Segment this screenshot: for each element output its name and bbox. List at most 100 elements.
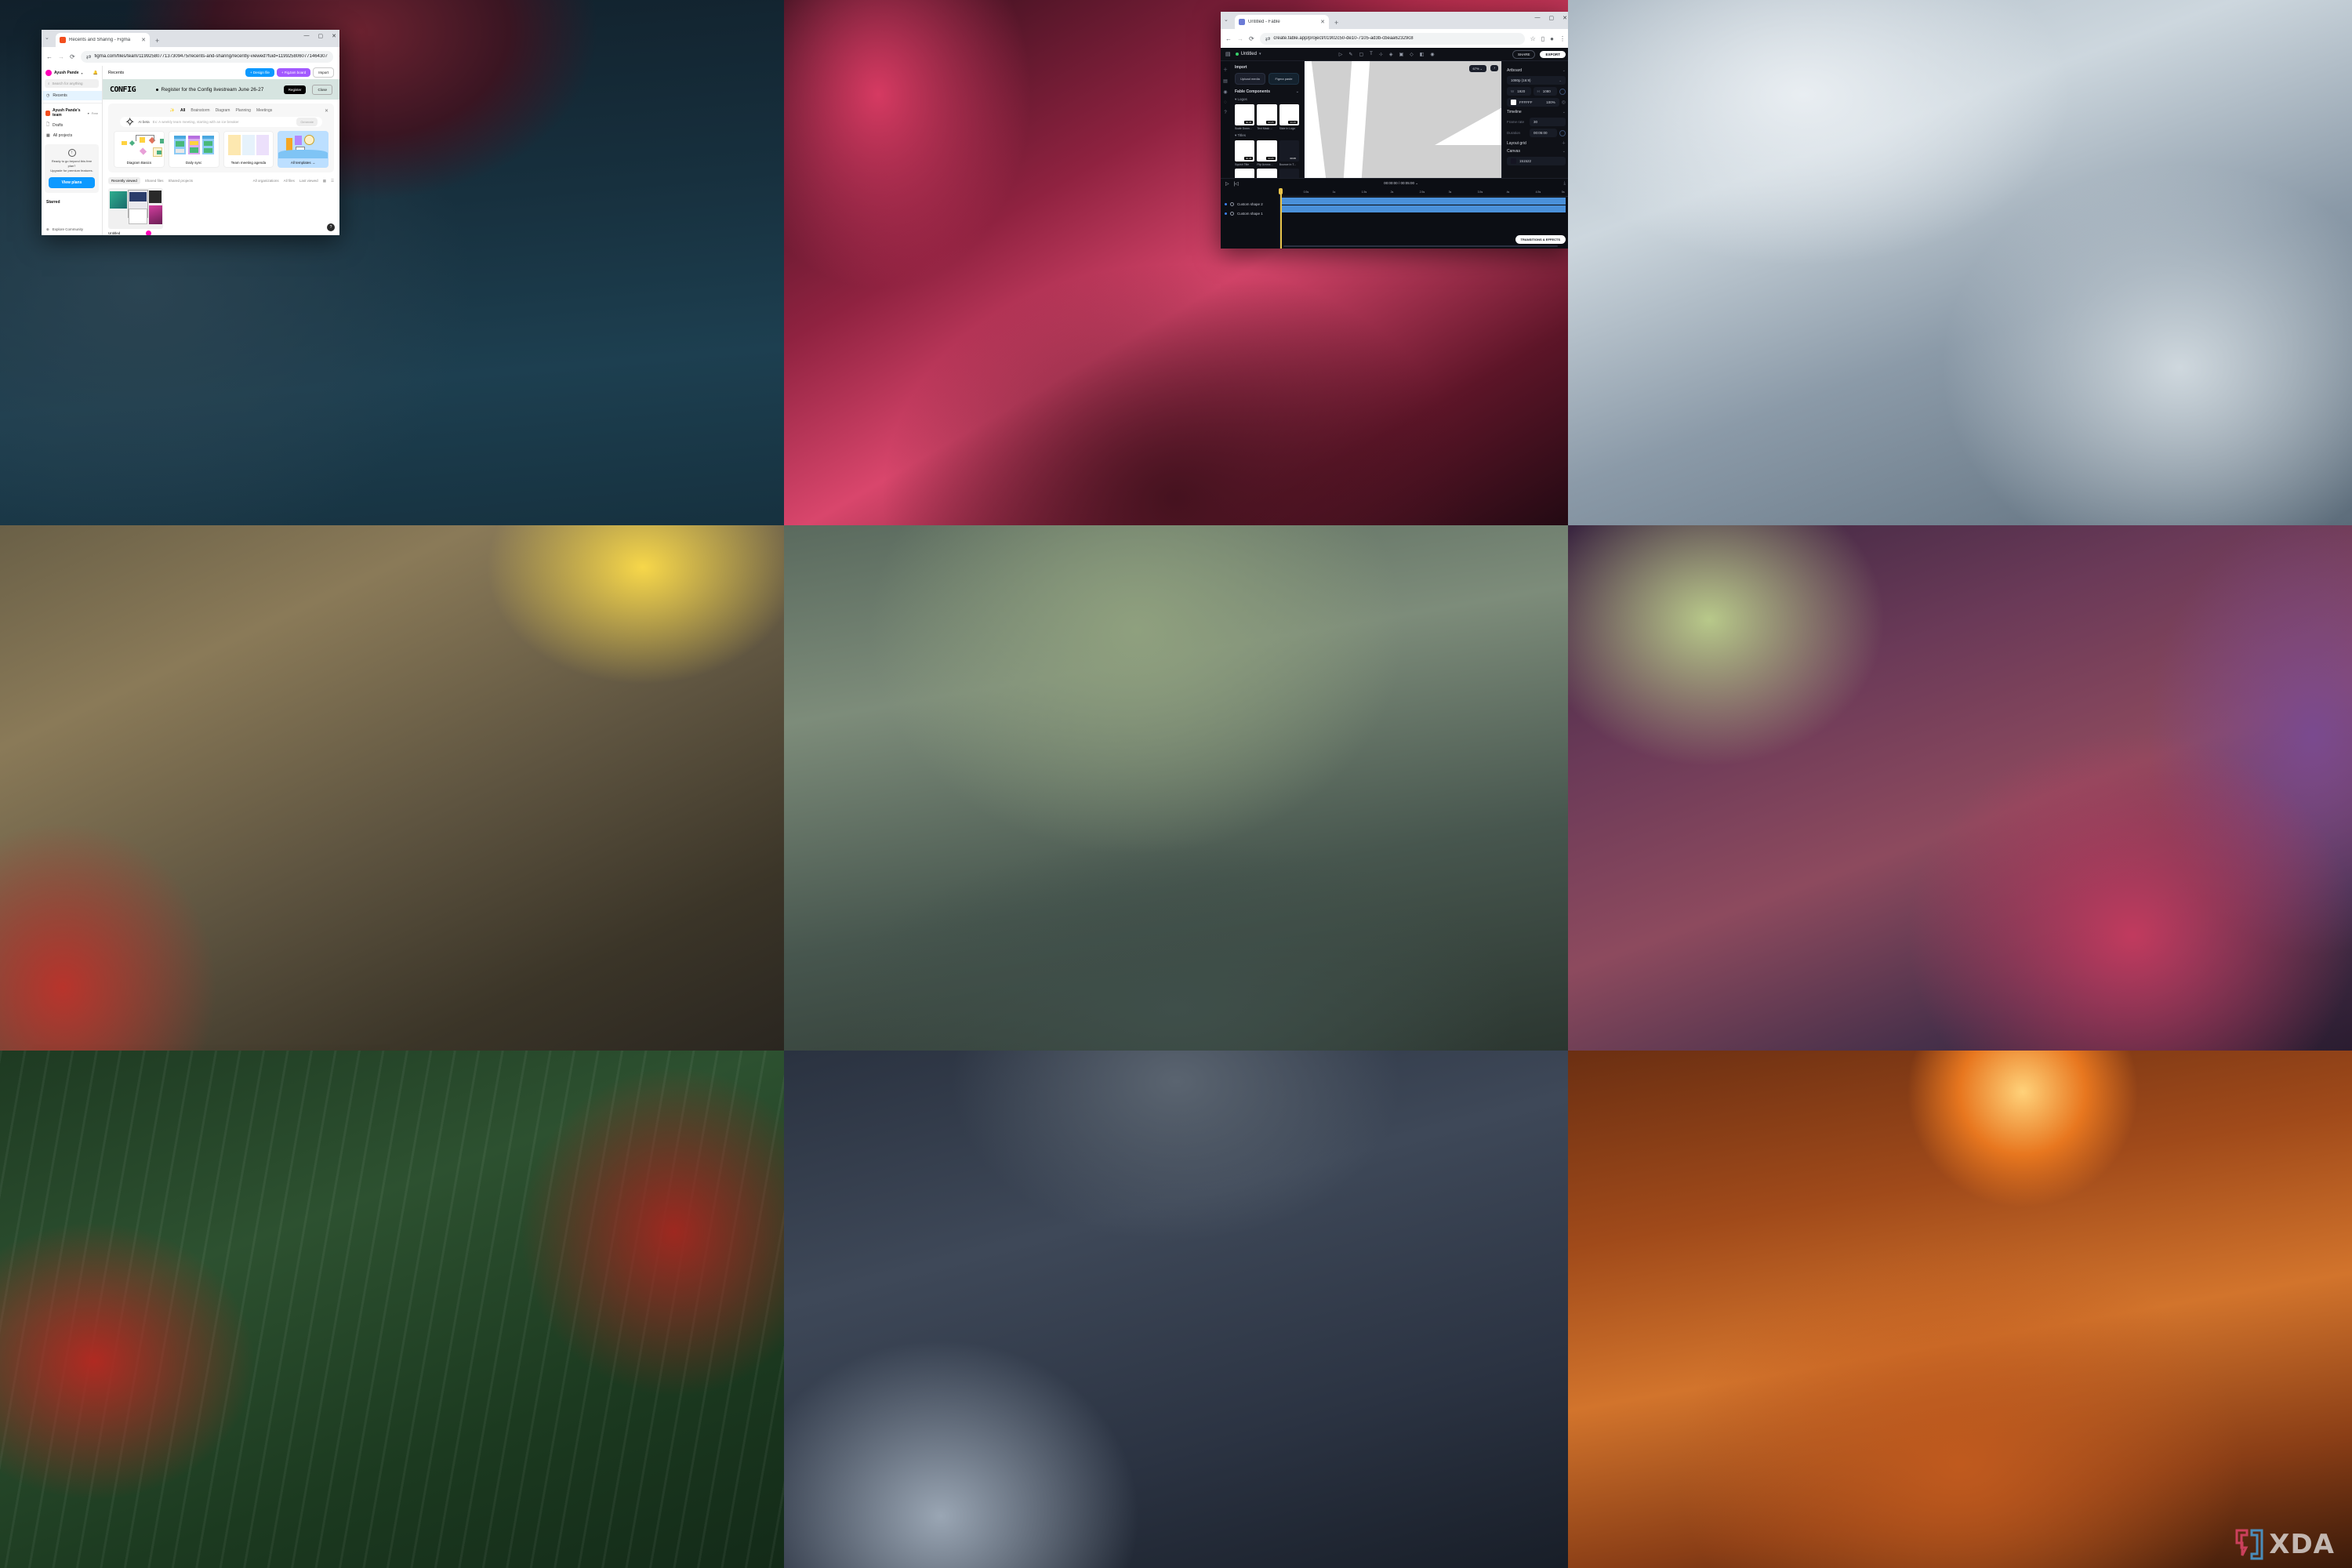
chevron-down-icon[interactable]: ⌄ [1563,149,1566,154]
minimize-icon[interactable]: — [1535,15,1541,21]
address-bar[interactable]: ⇄ figma.com/files/team/11992580771373094… [80,50,333,63]
back-icon[interactable]: ← [46,53,53,60]
minimize-icon[interactable]: — [304,33,310,39]
timeline-scrollbar[interactable] [1283,245,1558,247]
width-field[interactable]: W 1920 [1507,87,1531,96]
template-card-all[interactable]: All templates → [278,131,328,168]
help-icon[interactable]: ? [1224,111,1226,115]
artboard-header[interactable]: Artboard ⌄ [1507,68,1566,73]
tab-recently-viewed[interactable]: Recently viewed [108,177,140,184]
address-bar[interactable]: ⇄ create.fable.app/project/01902c50-de10… [1259,32,1525,45]
component-tool-icon[interactable]: ◈ [1389,52,1393,57]
color-swatch[interactable] [1511,158,1516,164]
grid-view-icon[interactable]: ▦ [323,179,326,183]
track-row[interactable]: Custom shape 2 [1221,199,1279,209]
lock-ratio-icon[interactable] [1559,88,1566,95]
tab-brainstorm[interactable]: Brainstorm [191,108,209,113]
chevron-down-icon[interactable]: ⌄ [1563,68,1566,73]
reload-icon[interactable]: ⟳ [1249,35,1254,42]
add-icon[interactable]: ＋ [1223,66,1228,73]
figjam-board-button[interactable]: + FigJam board [276,68,311,77]
playhead[interactable] [1279,188,1283,249]
profile-icon[interactable]: ● [1550,35,1554,42]
component-item[interactable]: 00:05 Squish Title [1235,140,1255,166]
chevron-down-icon[interactable]: ▾ [88,111,89,115]
next-panel-icon[interactable]: › [1490,65,1498,71]
eye-icon[interactable]: ◎ [1562,100,1566,105]
select-tool-icon[interactable]: ▷ [1339,52,1343,57]
component-item[interactable]: 00:05 Bounce In T... [1279,140,1299,166]
timeline-header[interactable]: Timeline ⌄ [1507,110,1566,114]
tab-meetings[interactable]: Meetings [256,108,272,113]
fable-canvas[interactable]: 67% ⌄ › [1305,61,1501,178]
template-card[interactable]: Team meeting agenda [223,131,274,168]
fable-logo-icon[interactable]: ▤ [1225,51,1231,57]
template-card[interactable]: Daily sync [168,131,220,168]
comments-icon[interactable]: ◌ [1224,100,1227,105]
browser-tab[interactable]: Recents and Sharing - Figma ✕ [56,33,150,47]
timeline-clip[interactable] [1280,205,1566,212]
window-controls[interactable]: — ▢ ✕ [304,33,337,39]
close-banner-button[interactable]: Close [312,84,332,95]
fable-window[interactable]: ⌄ Untitled - Fable ✕ + — ▢ ✕ ← → ⟳ ⇄ cre… [1221,12,1568,249]
mask-tool-icon[interactable]: ◧ [1420,52,1425,57]
sidebar-item-drafts[interactable]: 🗋 Drafts [42,120,102,131]
artboard-preset-select[interactable]: 1080p (16:9) ⌄ [1507,76,1566,85]
timeline-ruler[interactable]: 0.5s 1s 1.5s 2s 2.5s 3s 3.5s 4s 4.5s 5s [1280,188,1568,197]
new-tab-button[interactable]: + [1334,19,1338,27]
component-item[interactable]: 00:05 Flip Across ... [1257,140,1277,166]
explore-community-link[interactable]: ⊕ Explore Community [42,224,102,235]
chevron-down-icon[interactable]: ▾ [82,71,83,75]
project-title[interactable]: Untitled ▾ [1235,52,1261,56]
play-icon[interactable]: ▷ [1225,181,1229,187]
component-item[interactable] [1257,169,1277,178]
timeline-clip[interactable] [1280,198,1566,205]
plus-icon[interactable]: ＋ [1562,140,1566,146]
components-header[interactable]: Fable Components ⌄ [1235,89,1299,94]
bookmark-star-icon[interactable]: ☆ [1530,35,1536,42]
height-field[interactable]: H 1080 [1533,87,1557,96]
forward-icon[interactable]: → [58,53,64,60]
component-item[interactable]: 00:05 Slide In Logo [1279,104,1299,130]
maximize-icon[interactable]: ▢ [318,33,324,39]
menu-kebab-icon[interactable]: ⋮ [1559,35,1566,42]
pen-tool-icon[interactable]: ✎ [1348,52,1352,57]
browser-tab[interactable]: Untitled - Fable ✕ [1235,15,1329,29]
visibility-dot[interactable] [1225,202,1227,205]
share-button[interactable]: SHARE [1512,49,1536,59]
close-icon[interactable]: ✕ [1320,19,1325,25]
import-button[interactable]: Import [313,67,334,78]
visibility-dot[interactable] [1225,212,1227,215]
zoom-level[interactable]: 67% ⌄ [1468,65,1486,72]
frame-tool-icon[interactable]: ⊹ [1379,52,1383,57]
text-tool-icon[interactable]: T [1370,52,1373,57]
chevron-down-icon[interactable]: ⌄ [1224,16,1229,23]
component-item[interactable]: 00:05 Text Mask ... [1257,104,1277,130]
figma-paste-button[interactable]: Figma paste [1269,73,1299,85]
export-button[interactable]: EXPORT [1540,50,1566,58]
duration-reset-icon[interactable] [1559,129,1566,136]
transitions-effects-button[interactable]: TRANSITIONS & EFFECTS [1515,235,1566,244]
register-button[interactable]: Register [283,85,307,94]
chevron-down-icon[interactable]: ⌄ [1296,89,1299,94]
duration-field[interactable]: 00:05:00 [1530,129,1557,137]
ai-prompt-input[interactable]: ✧ AI beta Ex: A weekly team meeting, sta… [120,116,322,129]
window-controls[interactable]: — ▢ ✕ [1535,15,1568,21]
figma-window[interactable]: ⌄ Recents and Sharing - Figma ✕ + — ▢ ✕ … [42,30,339,235]
file-card[interactable]: Untitled Edited 3 minutes ago [108,188,163,235]
split-screen-icon[interactable]: ▯ [1541,35,1544,42]
help-button[interactable]: ? [327,223,335,231]
fill-field[interactable]: FFFFFF 100% [1507,98,1559,107]
site-info-icon[interactable]: ⇄ [86,53,92,60]
shape-tool-icon[interactable]: ▢ [1359,52,1363,57]
close-window-icon[interactable]: ✕ [1563,15,1567,21]
chevron-down-icon[interactable]: ▾ [1259,52,1261,56]
generate-button[interactable]: Generate [296,118,318,126]
figma-team-row[interactable]: Ayush Pande's team ▾ Free [42,106,102,120]
chevron-down-icon[interactable]: ⌄ [1563,110,1566,114]
bell-icon[interactable]: 🔔 [93,71,98,75]
close-window-icon[interactable]: ✕ [332,33,336,39]
maximize-icon[interactable]: ▢ [1549,15,1555,21]
close-icon[interactable]: ✕ [325,108,328,114]
sidebar-item-recents[interactable]: ◷ Recents [42,91,102,100]
